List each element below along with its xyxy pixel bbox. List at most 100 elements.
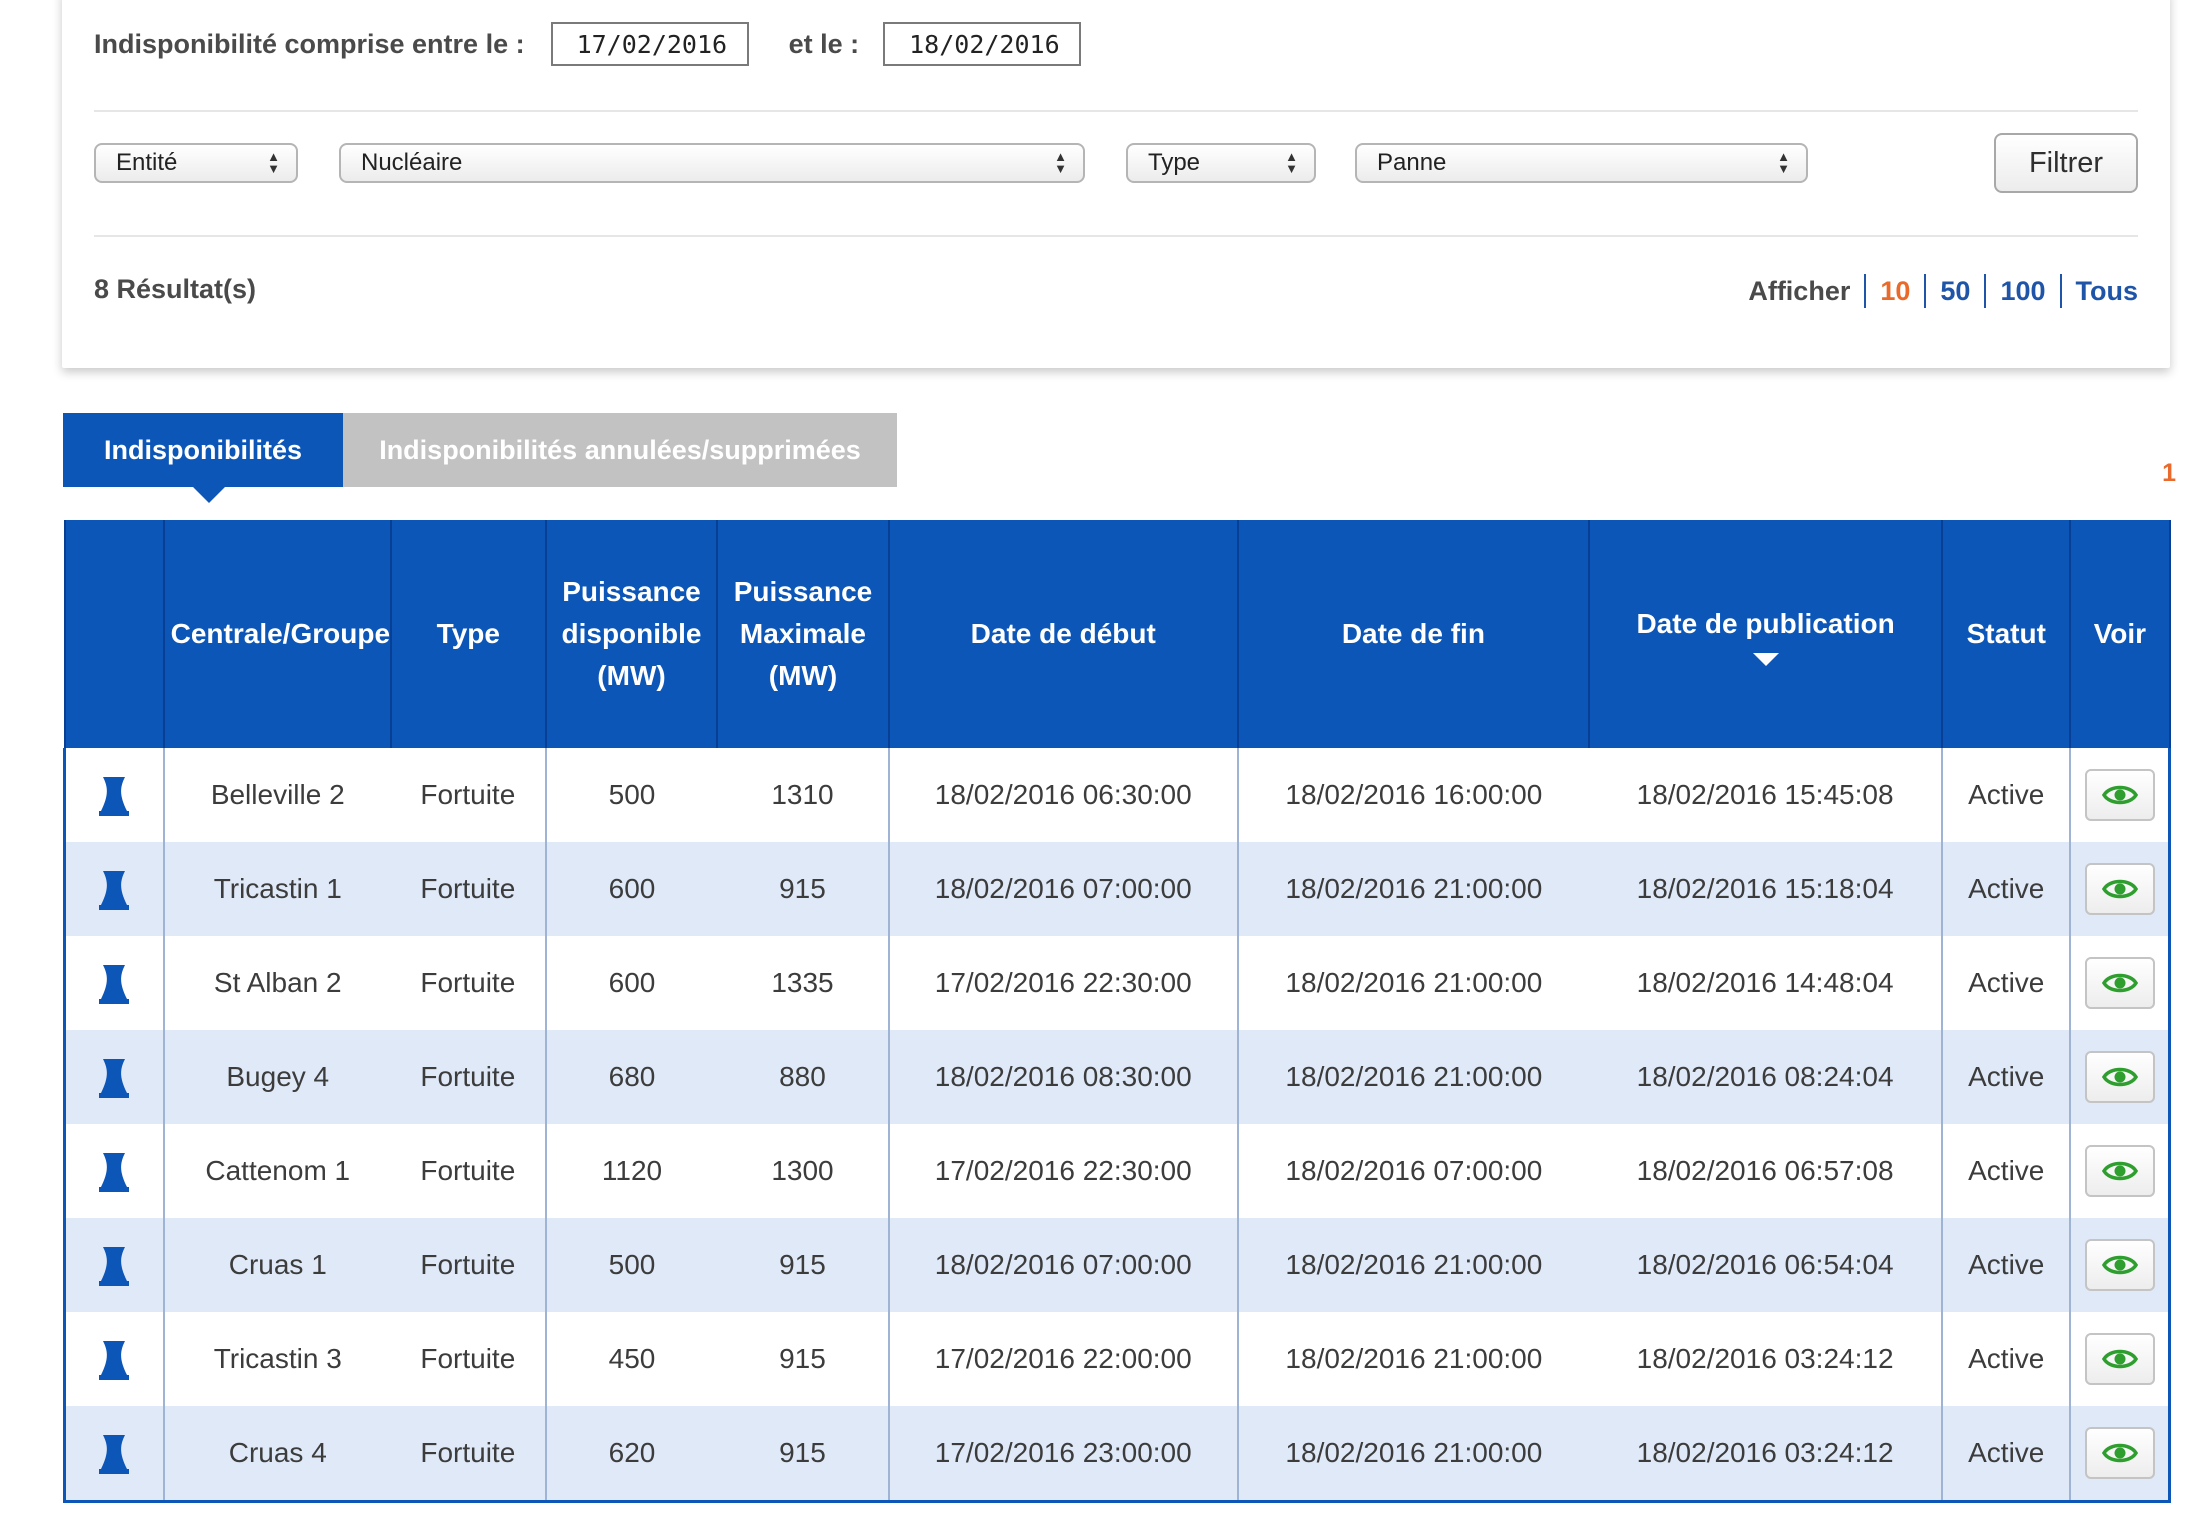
view-button[interactable] bbox=[2084, 1427, 2155, 1479]
cell-plant: Bugey 4 bbox=[162, 1030, 391, 1124]
page-size-100[interactable]: 100 bbox=[2000, 276, 2045, 307]
cell-max: 1335 bbox=[771, 967, 834, 998]
cell-type: Fortuite bbox=[420, 1343, 516, 1374]
row-icon-cell bbox=[62, 1124, 164, 1218]
cell-status: Active bbox=[1941, 1030, 2071, 1124]
view-cell bbox=[2069, 1124, 2172, 1218]
cell-max: 1300 bbox=[771, 1155, 834, 1186]
header-text: (MW) bbox=[768, 660, 838, 691]
header-text: disponible bbox=[561, 618, 702, 649]
separator bbox=[1864, 274, 1867, 308]
nuclear-plant-icon bbox=[99, 1153, 130, 1192]
view-cell bbox=[2069, 1406, 2172, 1502]
filter-button[interactable]: Filtrer bbox=[1994, 133, 2138, 193]
entity-value-label: Nucléaire bbox=[361, 149, 463, 176]
table-row: Cattenom 1 Fortuite 1120 1300 17/02/2016 22:… bbox=[62, 1124, 2172, 1218]
type-select[interactable]: Type ▲ ▼ bbox=[1126, 143, 1316, 183]
page-size-10[interactable]: 10 bbox=[1880, 276, 1910, 307]
results-count: 8 Résultat(s) bbox=[94, 274, 257, 304]
cell-plant: Cruas 1 bbox=[162, 1218, 391, 1312]
header-text: Maximale bbox=[739, 618, 866, 649]
entity-value-select[interactable]: Nucléaire ▲ ▼ bbox=[339, 143, 1085, 183]
header-text: Puissance bbox=[562, 576, 701, 607]
tab-cancelled-deleted[interactable]: Indisponibilités annulées/supprimées bbox=[343, 413, 897, 487]
cell-max: 880 bbox=[717, 1030, 889, 1124]
view-button[interactable] bbox=[2084, 957, 2155, 1009]
cell-type: Fortuite bbox=[390, 1406, 546, 1502]
view-cell bbox=[2069, 748, 2172, 842]
table-row: Cruas 1 Fortuite 500 915 18/02/2016 07:00:00… bbox=[62, 1218, 2172, 1312]
cell-available: 450 bbox=[544, 1312, 718, 1406]
type-value-select[interactable]: Panne ▲ ▼ bbox=[1355, 143, 1808, 183]
page-link-current[interactable]: 1 bbox=[2162, 459, 2176, 488]
cell-published: 18/02/2016 03:24:12 bbox=[1636, 1343, 1894, 1374]
table-header-row: Centrale/Groupe Type Puissance disponibl… bbox=[63, 520, 2171, 748]
tab-label: Indisponibilités annulées/supprimées bbox=[379, 434, 861, 465]
cell-plant: St Alban 2 bbox=[162, 936, 391, 1030]
cell-type: Fortuite bbox=[420, 1155, 516, 1186]
cell-published: 18/02/2016 14:48:04 bbox=[1636, 967, 1894, 998]
cell-status: Active bbox=[1941, 1312, 2071, 1406]
start-date-input[interactable] bbox=[550, 22, 749, 66]
view-button[interactable] bbox=[2084, 863, 2155, 915]
cell-status: Active bbox=[1941, 1218, 2071, 1312]
entity-select[interactable]: Entité ▲ ▼ bbox=[94, 143, 298, 183]
nuclear-plant-icon bbox=[99, 1247, 130, 1286]
table-row: Tricastin 1 Fortuite 600 915 18/02/2016 07:0… bbox=[62, 842, 2172, 936]
header-start-date[interactable]: Date de début bbox=[887, 520, 1239, 748]
header-max-power[interactable]: Puissance Maximale (MW) bbox=[716, 520, 890, 748]
separator bbox=[2059, 274, 2062, 308]
cell-max: 915 bbox=[779, 1343, 826, 1374]
cell-available: 680 bbox=[544, 1030, 718, 1124]
page-size-all[interactable]: Tous bbox=[2076, 276, 2139, 307]
cell-status: Active bbox=[1941, 842, 2071, 936]
cell-end: 18/02/2016 21:00:00 bbox=[1236, 1406, 1589, 1502]
cell-start: 18/02/2016 07:00:00 bbox=[887, 842, 1238, 936]
tab-label: Indisponibilités bbox=[103, 434, 302, 465]
type-value-label: Panne bbox=[1377, 149, 1447, 176]
cell-available: 500 bbox=[544, 1218, 718, 1312]
view-button[interactable] bbox=[2084, 1145, 2155, 1197]
nuclear-plant-icon bbox=[99, 777, 130, 816]
cell-start: 18/02/2016 08:30:00 bbox=[887, 1030, 1238, 1124]
cell-start: 17/02/2016 22:00:00 bbox=[887, 1312, 1238, 1406]
header-status[interactable]: Statut bbox=[1941, 520, 2072, 748]
cell-type: Fortuite bbox=[420, 967, 516, 998]
cell-type: Fortuite bbox=[420, 779, 516, 810]
eye-icon bbox=[2101, 1443, 2138, 1463]
filter-panel: Indisponibilité comprise entre le : et l… bbox=[62, 0, 2170, 368]
view-cell bbox=[2069, 936, 2172, 1030]
row-icon-cell bbox=[62, 1406, 164, 1502]
cell-plant: Tricastin 3 bbox=[162, 1312, 391, 1406]
header-type[interactable]: Type bbox=[389, 520, 547, 748]
view-button[interactable] bbox=[2084, 1239, 2155, 1291]
table-row: Cruas 4 Fortuite 620 915 17/02/2016 23:00:00… bbox=[62, 1406, 2172, 1502]
header-end-date[interactable]: Date de fin bbox=[1236, 520, 1590, 748]
end-date-input[interactable] bbox=[883, 22, 1082, 66]
cell-available: 600 bbox=[544, 936, 718, 1030]
nuclear-plant-icon bbox=[99, 1059, 130, 1098]
header-publication-date[interactable]: Date de publication bbox=[1587, 520, 1944, 748]
select-arrows-icon: ▲ ▼ bbox=[1777, 149, 1790, 176]
header-plant[interactable]: Centrale/Groupe bbox=[162, 520, 392, 748]
cell-start: 17/02/2016 22:30:00 bbox=[887, 936, 1238, 1030]
cell-published: 18/02/2016 03:24:12 bbox=[1588, 1406, 1943, 1502]
cell-status: Active bbox=[1941, 1124, 2071, 1218]
separator bbox=[1984, 274, 1987, 308]
page-size-50[interactable]: 50 bbox=[1940, 276, 1970, 307]
tab-unavailabilities[interactable]: Indisponibilités bbox=[63, 413, 343, 503]
row-icon-cell bbox=[62, 936, 164, 1030]
view-button[interactable] bbox=[2084, 769, 2155, 821]
cell-end: 18/02/2016 21:00:00 bbox=[1236, 936, 1589, 1030]
cell-available: 620 bbox=[544, 1406, 718, 1502]
header-available-power[interactable]: Puissance disponible (MW) bbox=[544, 520, 719, 748]
header-text: Date de publication bbox=[1636, 607, 1895, 639]
active-tab-pointer bbox=[193, 487, 225, 503]
cell-available: 600 bbox=[544, 842, 718, 936]
view-button[interactable] bbox=[2084, 1051, 2155, 1103]
row-icon-cell bbox=[62, 842, 164, 936]
view-button[interactable] bbox=[2084, 1333, 2155, 1385]
eye-icon bbox=[2101, 973, 2138, 993]
unavailability-table: Centrale/Groupe Type Puissance disponibl… bbox=[62, 520, 2172, 1503]
nuclear-plant-icon bbox=[99, 1341, 130, 1380]
